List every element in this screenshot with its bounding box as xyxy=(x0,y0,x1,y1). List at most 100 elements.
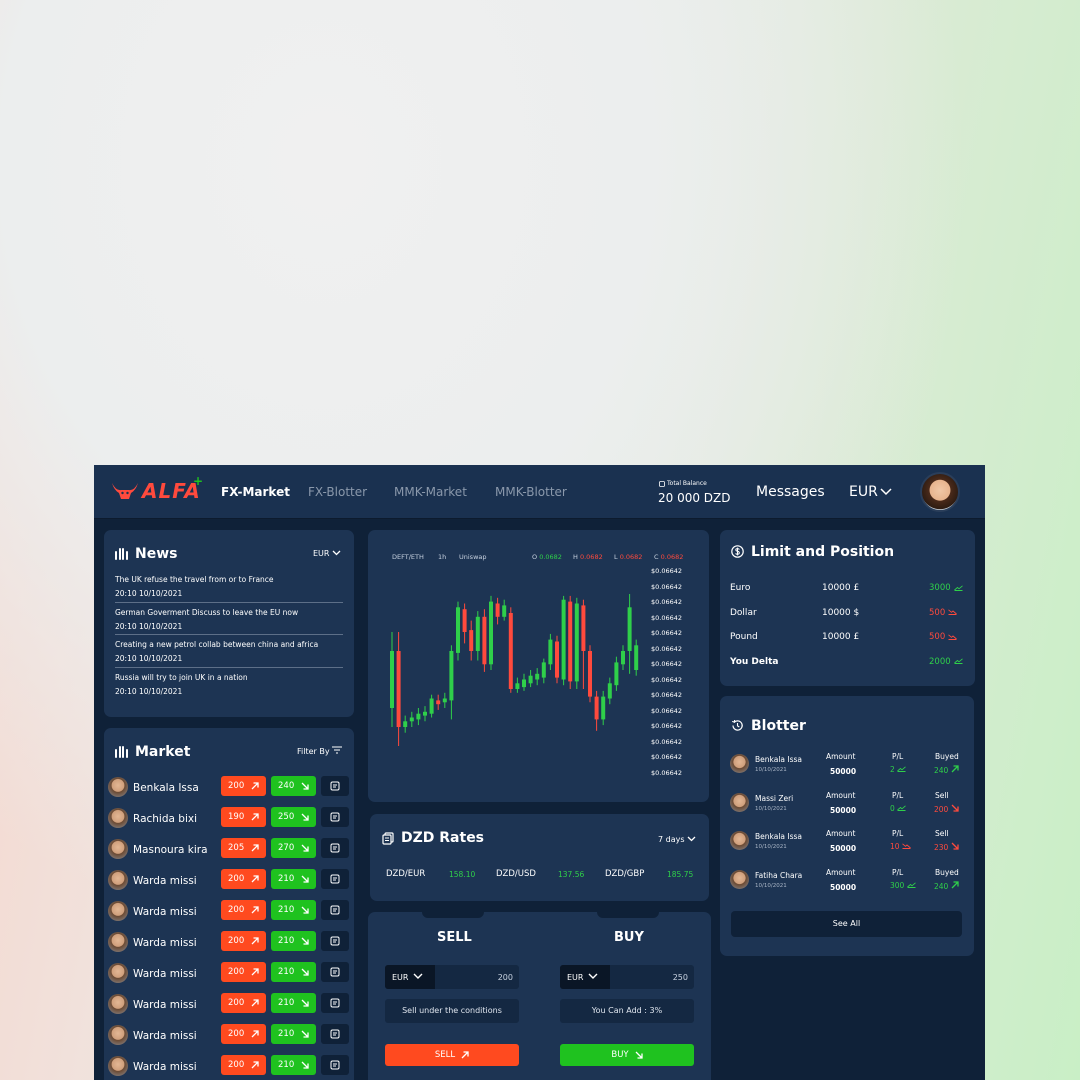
candle[interactable] xyxy=(482,609,487,672)
candle[interactable] xyxy=(475,611,480,661)
candle[interactable] xyxy=(449,645,454,720)
news-item[interactable]: German Goverment Discuss to leave the EU… xyxy=(115,608,343,631)
sell-currency-select[interactable]: EUR xyxy=(385,965,435,989)
market-sell-button[interactable]: 200 xyxy=(221,962,266,982)
user-avatar[interactable] xyxy=(920,472,960,512)
candle[interactable] xyxy=(508,607,513,693)
buy-amount-field[interactable]: EUR 250 xyxy=(560,965,694,989)
details-button[interactable] xyxy=(321,807,349,827)
candle[interactable] xyxy=(541,658,546,684)
market-sell-button[interactable]: 200 xyxy=(221,931,266,951)
market-buy-button[interactable]: 210 xyxy=(271,900,316,920)
details-button[interactable] xyxy=(321,962,349,982)
market-buy-button[interactable]: 210 xyxy=(271,993,316,1013)
details-button[interactable] xyxy=(321,931,349,951)
candle[interactable] xyxy=(528,670,533,688)
details-button[interactable] xyxy=(321,900,349,920)
rates-period-select[interactable]: 7 days xyxy=(658,835,696,844)
candle[interactable] xyxy=(621,645,625,670)
chart-pair[interactable]: DEFT/ETH xyxy=(392,553,424,561)
details-button[interactable] xyxy=(321,1055,349,1075)
details-button[interactable] xyxy=(321,776,349,796)
sell-button[interactable]: SELL xyxy=(385,1044,519,1066)
market-row[interactable]: Masnoura kira 205 270 xyxy=(104,837,354,863)
candle[interactable] xyxy=(456,601,460,661)
candle[interactable] xyxy=(548,633,553,670)
market-buy-button[interactable]: 210 xyxy=(271,869,316,889)
candle[interactable] xyxy=(515,677,520,693)
candle[interactable] xyxy=(594,690,599,731)
candle[interactable] xyxy=(409,711,414,727)
candle[interactable] xyxy=(568,595,573,689)
details-button[interactable] xyxy=(321,993,349,1013)
see-all-button[interactable]: See All xyxy=(731,911,962,937)
sell-amount-field[interactable]: EUR 200 xyxy=(385,965,519,989)
market-buy-button[interactable]: 270 xyxy=(271,838,316,858)
candle[interactable] xyxy=(436,694,441,710)
market-sell-button[interactable]: 200 xyxy=(221,993,266,1013)
news-item[interactable]: Creating a new petrol collab between chi… xyxy=(115,640,343,663)
market-row[interactable]: Warda missi 200 210 xyxy=(104,930,354,956)
market-sell-button[interactable]: 190 xyxy=(221,807,266,827)
candle[interactable] xyxy=(607,677,612,705)
market-row[interactable]: Warda missi 200 210 xyxy=(104,899,354,925)
candle[interactable] xyxy=(489,595,493,670)
candle[interactable] xyxy=(429,694,434,718)
candle[interactable] xyxy=(627,594,632,674)
chart-interval[interactable]: 1h xyxy=(438,553,446,561)
market-buy-button[interactable]: 210 xyxy=(271,1024,316,1044)
market-sell-button[interactable]: 205 xyxy=(221,838,266,858)
buy-button[interactable]: BUY xyxy=(560,1044,694,1066)
news-item[interactable]: Russia will try to join UK in a nation 2… xyxy=(115,673,343,696)
market-buy-button[interactable]: 250 xyxy=(271,807,316,827)
nav-fx-market[interactable]: FX-Market xyxy=(221,485,290,499)
details-button[interactable] xyxy=(321,838,349,858)
details-button[interactable] xyxy=(321,869,349,889)
buy-currency-select[interactable]: EUR xyxy=(560,965,610,989)
nav-mmk-market[interactable]: MMK-Market xyxy=(394,485,467,499)
market-row[interactable]: Warda missi 200 210 xyxy=(104,992,354,1018)
market-row[interactable]: Warda missi 200 210 xyxy=(104,868,354,894)
currency-select[interactable]: EUR xyxy=(849,484,892,500)
market-sell-button[interactable]: 200 xyxy=(221,1024,266,1044)
market-sell-button[interactable]: 200 xyxy=(221,900,266,920)
filter-button[interactable]: Filter By xyxy=(297,746,343,756)
market-sell-button[interactable]: 200 xyxy=(221,1055,266,1075)
candle[interactable] xyxy=(614,656,619,691)
candle[interactable] xyxy=(601,690,606,726)
chart-exchange[interactable]: Uniswap xyxy=(459,553,487,561)
candle[interactable] xyxy=(502,599,507,621)
news-currency-select[interactable]: EUR xyxy=(313,549,341,558)
candle[interactable] xyxy=(588,645,592,703)
candle[interactable] xyxy=(396,632,401,746)
candle[interactable] xyxy=(535,668,540,686)
candle[interactable] xyxy=(561,595,566,686)
market-buy-button[interactable]: 210 xyxy=(271,1055,316,1075)
market-sell-button[interactable]: 200 xyxy=(221,869,266,889)
candle[interactable] xyxy=(634,639,639,676)
market-row[interactable]: Benkala Issa 200 240 xyxy=(104,775,354,801)
market-row[interactable]: Warda missi 200 210 xyxy=(104,961,354,987)
candle[interactable] xyxy=(555,635,559,684)
candle[interactable] xyxy=(581,599,586,689)
candle[interactable] xyxy=(462,603,467,644)
nav-fx-blotter[interactable]: FX-Blotter xyxy=(308,485,367,499)
candle[interactable] xyxy=(442,692,447,708)
market-row[interactable]: Warda missi 200 210 xyxy=(104,1054,354,1080)
alfa-logo[interactable]: ALFA + xyxy=(110,474,203,504)
market-buy-button[interactable]: 210 xyxy=(271,931,316,951)
candle[interactable] xyxy=(416,708,421,726)
candle[interactable] xyxy=(390,632,394,727)
candlestick-chart[interactable] xyxy=(384,565,654,775)
candle[interactable] xyxy=(469,620,474,661)
market-buy-button[interactable]: 210 xyxy=(271,962,316,982)
candle[interactable] xyxy=(522,673,526,691)
messages-link[interactable]: Messages xyxy=(756,484,825,500)
market-row[interactable]: Rachida bixi 190 250 xyxy=(104,806,354,832)
details-button[interactable] xyxy=(321,1024,349,1044)
candle[interactable] xyxy=(574,597,579,689)
candle[interactable] xyxy=(423,706,427,722)
candle[interactable] xyxy=(403,715,408,733)
market-buy-button[interactable]: 240 xyxy=(271,776,316,796)
market-sell-button[interactable]: 200 xyxy=(221,776,266,796)
